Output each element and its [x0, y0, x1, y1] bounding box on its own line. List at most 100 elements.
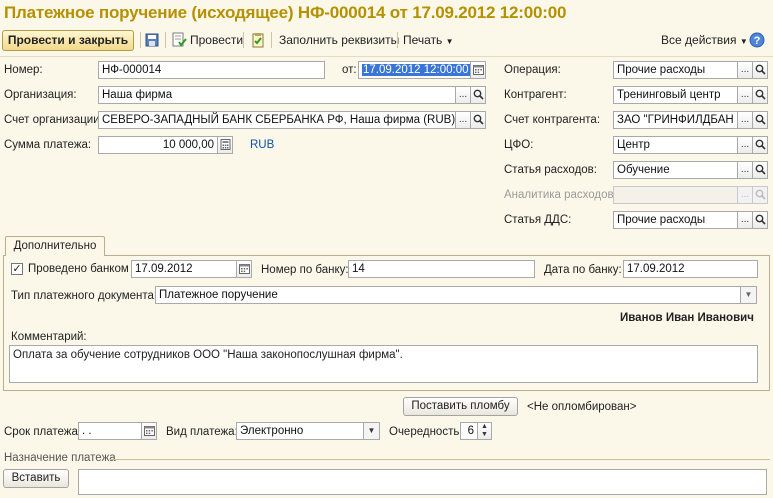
toolbar-separator — [397, 32, 398, 48]
expense-item-label: Статья расходов: — [504, 164, 597, 176]
organization-open-button[interactable] — [471, 86, 486, 104]
organization-label: Организация: — [4, 89, 77, 101]
toolbar-separator — [271, 32, 272, 48]
chevron-down-icon: ▼ — [739, 37, 748, 46]
post-document-icon[interactable] — [171, 32, 187, 48]
bank-posted-checkbox[interactable]: ✓ — [11, 263, 23, 275]
dds-item-label: Статья ДДС: — [504, 214, 572, 226]
counterparty-account-choose-button[interactable]: ... — [738, 111, 753, 129]
comment-label: Комментарий: — [11, 331, 87, 343]
doc-type-select[interactable]: Платежное поручение — [155, 286, 741, 304]
payment-due-field[interactable]: . . — [78, 422, 142, 440]
amount-field[interactable]: 10 000,00 — [98, 136, 218, 154]
cfo-choose-button[interactable]: ... — [738, 136, 753, 154]
priority-stepper[interactable]: ▲ ▼ — [478, 422, 492, 440]
operation-open-button[interactable] — [753, 61, 768, 79]
counterparty-label: Контрагент: — [504, 89, 567, 101]
org-account-label: Счет организации: — [4, 114, 103, 126]
post-button[interactable]: Провести — [190, 33, 243, 47]
search-icon — [755, 114, 766, 125]
insert-button[interactable]: Вставить — [3, 469, 69, 488]
chevron-down-icon: ▼ — [367, 426, 376, 435]
expense-analytics-open-button — [753, 186, 768, 204]
fill-details-icon[interactable] — [250, 32, 266, 48]
help-icon[interactable]: ? — [749, 32, 765, 48]
chevron-up-icon[interactable]: ▲ — [481, 423, 488, 430]
date-value: 17.09.2012 12:00:00 — [362, 64, 470, 76]
counterparty-field[interactable]: Тренинговый центр — [613, 86, 738, 104]
number-field[interactable]: НФ-000014 — [98, 61, 325, 79]
counterparty-choose-button[interactable]: ... — [738, 86, 753, 104]
expense-analytics-choose-button: ... — [738, 186, 753, 204]
bank-posted-date-calendar-button[interactable] — [237, 260, 252, 278]
save-icon[interactable] — [144, 32, 160, 48]
doc-type-label: Тип платежного документа: — [11, 290, 158, 302]
comment-textarea[interactable]: Оплата за обучение сотрудников ООО "Наша… — [9, 345, 758, 383]
toolbar-separator — [243, 32, 244, 48]
purpose-textarea[interactable] — [78, 469, 767, 495]
search-icon — [473, 114, 484, 125]
search-icon — [755, 139, 766, 150]
bank-number-field[interactable]: 14 — [348, 260, 535, 278]
operation-field[interactable]: Прочие расходы — [613, 61, 738, 79]
operation-choose-button[interactable]: ... — [738, 61, 753, 79]
doc-type-dropdown-button[interactable]: ▼ — [741, 286, 757, 304]
search-icon — [473, 89, 484, 100]
dds-item-field[interactable]: Прочие расходы — [613, 211, 738, 229]
cfo-field[interactable]: Центр — [613, 136, 738, 154]
search-icon — [755, 214, 766, 225]
calendar-icon — [472, 65, 484, 75]
currency-label: RUB — [250, 139, 275, 151]
org-account-open-button[interactable] — [471, 111, 486, 129]
priority-field[interactable]: 6 — [460, 422, 478, 440]
counterparty-open-button[interactable] — [753, 86, 768, 104]
print-label: Печать — [403, 33, 443, 47]
expense-analytics-field — [613, 186, 738, 204]
org-account-choose-button[interactable]: ... — [456, 111, 471, 129]
tab-additional[interactable]: Дополнительно — [5, 236, 105, 256]
bank-posted-date-field[interactable]: 17.09.2012 — [131, 260, 237, 278]
amount-label: Сумма платежа: — [4, 139, 92, 151]
payment-due-calendar-button[interactable] — [142, 422, 157, 440]
purpose-group-divider — [110, 459, 770, 460]
org-account-field[interactable]: СЕВЕРО-ЗАПАДНЫЙ БАНК СБЕРБАНКА РФ, Наша … — [98, 111, 456, 129]
search-icon — [755, 164, 766, 175]
calendar-icon — [238, 264, 250, 274]
calculator-button[interactable] — [218, 136, 233, 154]
seal-button[interactable]: Поставить пломбу — [403, 397, 518, 416]
organization-choose-button[interactable]: ... — [456, 86, 471, 104]
expense-item-choose-button[interactable]: ... — [738, 161, 753, 179]
search-icon — [755, 89, 766, 100]
date-field[interactable]: 17.09.2012 12:00:00 — [358, 61, 471, 79]
payment-type-label: Вид платежа: — [166, 426, 238, 438]
dds-item-choose-button[interactable]: ... — [738, 211, 753, 229]
purpose-group-label: Назначение платежа — [4, 452, 116, 464]
payment-type-select[interactable]: Электронно — [236, 422, 364, 440]
date-label: от: — [342, 64, 357, 76]
expense-item-field[interactable]: Обучение — [613, 161, 738, 179]
dds-item-open-button[interactable] — [753, 211, 768, 229]
priority-label: Очередность: — [389, 426, 463, 438]
search-icon — [755, 189, 766, 200]
print-menu-button[interactable]: Печать ▼ — [403, 33, 454, 47]
cfo-open-button[interactable] — [753, 136, 768, 154]
chevron-down-icon[interactable]: ▼ — [481, 431, 488, 438]
fill-details-button[interactable]: Заполнить реквизиты — [279, 33, 399, 47]
counterparty-account-field[interactable]: ЗАО "ГРИНФИЛДБАН — [613, 111, 738, 129]
all-actions-label: Все действия — [661, 33, 737, 47]
svg-text:?: ? — [754, 35, 761, 47]
number-label: Номер: — [4, 64, 43, 76]
post-and-close-button[interactable]: Провести и закрыть — [2, 30, 134, 51]
calendar-button[interactable] — [471, 61, 486, 79]
payment-due-label: Срок платежа: — [4, 426, 82, 438]
bank-date-field[interactable]: 17.09.2012 — [623, 260, 758, 278]
organization-field[interactable]: Наша фирма — [98, 86, 456, 104]
responsible-name: Иванов Иван Иванович — [620, 312, 754, 324]
toolbar-separator — [165, 32, 166, 48]
toolbar-divider — [0, 56, 773, 57]
counterparty-account-open-button[interactable] — [753, 111, 768, 129]
search-icon — [755, 64, 766, 75]
all-actions-menu-button[interactable]: Все действия ▼ — [661, 33, 748, 47]
expense-item-open-button[interactable] — [753, 161, 768, 179]
payment-type-dropdown-button[interactable]: ▼ — [364, 422, 380, 440]
